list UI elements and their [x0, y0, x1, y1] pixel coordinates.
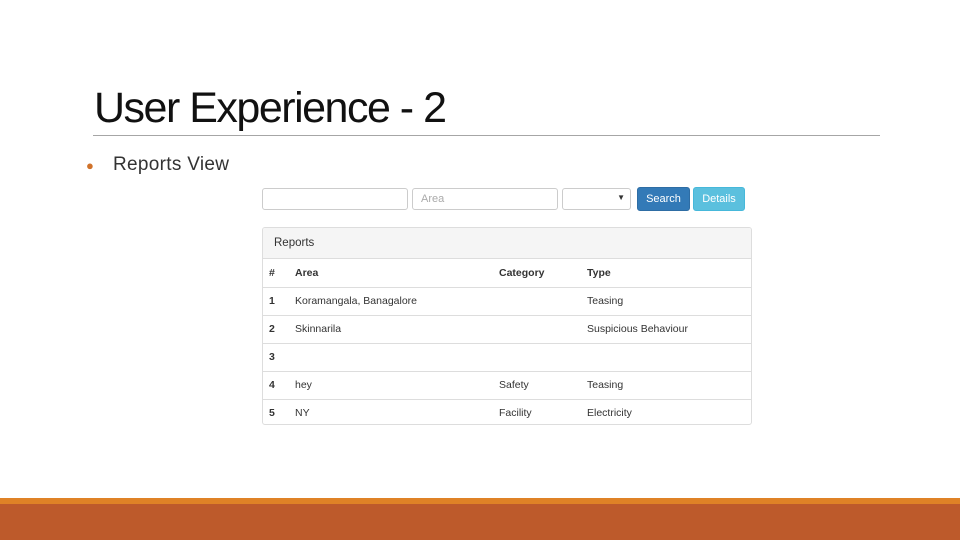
row-number: 2	[263, 314, 295, 343]
column-header-category: Category	[499, 266, 545, 279]
row-number: 1	[263, 286, 295, 315]
bullet-item: ● Reports View	[86, 152, 229, 178]
table-header-row: # Area Category Type	[263, 259, 751, 287]
panel-heading: Reports	[263, 228, 751, 259]
table-row[interactable]: 3	[263, 342, 751, 371]
row-category: Safety	[499, 370, 587, 399]
reports-table: # Area Category Type 1 Koramangala, Bana…	[263, 259, 751, 424]
row-type: Electricity	[587, 398, 751, 424]
row-number: 3	[263, 342, 295, 371]
row-type: Teasing	[587, 286, 751, 315]
row-type: Suspicious Behaviour	[587, 314, 751, 343]
filter-select[interactable]: ▼	[562, 188, 631, 210]
row-category	[499, 286, 587, 315]
row-type: Teasing	[587, 370, 751, 399]
column-header-number: #	[269, 266, 275, 279]
table-row[interactable]: 4 hey Safety Teasing	[263, 370, 751, 399]
row-area	[295, 342, 499, 371]
bullet-dot-icon: ●	[86, 157, 94, 173]
row-type	[587, 342, 751, 371]
title-divider	[93, 135, 880, 136]
table-row[interactable]: 5 NY Facility Electricity	[263, 398, 751, 424]
caret-down-icon: ▼	[617, 193, 625, 202]
row-area: Skinnarila	[295, 314, 499, 343]
row-category	[499, 314, 587, 343]
row-area: NY	[295, 398, 499, 424]
area-input[interactable]	[412, 188, 558, 210]
column-header-type: Type	[587, 266, 611, 279]
row-number: 4	[263, 370, 295, 399]
search-button[interactable]: Search	[637, 187, 690, 211]
table-row[interactable]: 1 Koramangala, Banagalore Teasing	[263, 286, 751, 315]
footer-band	[0, 504, 960, 540]
row-category	[499, 342, 587, 371]
details-button[interactable]: Details	[693, 187, 745, 211]
table-row[interactable]: 2 Skinnarila Suspicious Behaviour	[263, 314, 751, 343]
bullet-text: Reports View	[113, 154, 230, 175]
column-header-area: Area	[295, 266, 319, 279]
reports-panel: Reports # Area Category Type 1 Koramanga…	[262, 227, 752, 425]
row-area: Koramangala, Banagalore	[295, 286, 499, 315]
row-number: 5	[263, 398, 295, 424]
row-area: hey	[295, 370, 499, 399]
reports-view-screenshot: ▼ Search Details Reports # Area Category…	[258, 184, 758, 430]
row-category: Facility	[499, 398, 587, 424]
search-input[interactable]	[262, 188, 408, 210]
slide-title: User Experience - 2	[94, 84, 447, 132]
